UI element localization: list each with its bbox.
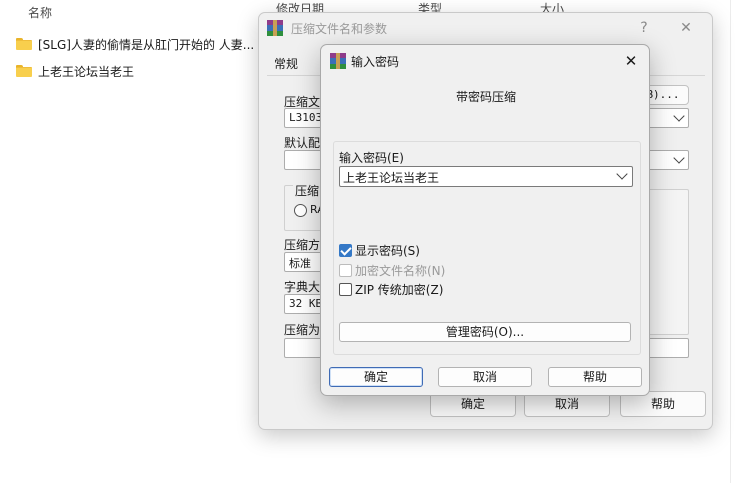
- dialog-title: 压缩文件名和参数: [291, 22, 388, 36]
- tab-general[interactable]: 常规: [274, 55, 298, 72]
- password-heading: 带密码压缩: [455, 90, 516, 104]
- dictionary-select[interactable]: 32 KB: [284, 294, 324, 314]
- zip-legacy-encryption-checkbox[interactable]: ZIP 传统加密(Z): [339, 280, 443, 298]
- password-label: 输入密码(E): [339, 151, 404, 165]
- folder-icon: [16, 38, 32, 50]
- scrollbar-track[interactable]: [730, 0, 731, 483]
- file-row[interactable]: 上老王论坛当老王: [16, 60, 134, 82]
- close-icon[interactable]: ✕: [621, 51, 641, 71]
- password-ok-button[interactable]: 确定: [329, 367, 423, 387]
- method-select[interactable]: 标准: [284, 252, 324, 272]
- column-name[interactable]: 名称: [28, 4, 52, 21]
- encrypt-filenames-checkbox[interactable]: 加密文件名称(N): [339, 261, 445, 279]
- profile-select[interactable]: [284, 150, 324, 170]
- winrar-icon: [330, 53, 346, 69]
- manage-passwords-button[interactable]: 管理密码(O)...: [339, 322, 631, 342]
- checkbox-icon[interactable]: [339, 282, 352, 296]
- chevron-down-icon: [673, 110, 685, 122]
- password-help-button[interactable]: 帮助: [548, 367, 642, 387]
- rar-radio[interactable]: [294, 204, 307, 217]
- password-dialog-title: 输入密码: [351, 55, 400, 69]
- winrar-icon: [267, 20, 283, 36]
- split-volumes-label: 压缩为: [284, 323, 321, 337]
- default-profile-label: 默认配: [284, 136, 321, 150]
- password-input[interactable]: 上老王论坛当老王: [339, 166, 633, 187]
- file-name: [SLG]人妻的偷情是从肛门开始的 人妻...: [38, 37, 255, 52]
- dialog-titlebar[interactable]: 压缩文件名和参数 ? ✕: [259, 13, 712, 43]
- password-dialog: 输入密码 ✕ 带密码压缩 输入密码(E) 上老王论坛当老王 显示密码(S) 加密…: [320, 44, 650, 396]
- checkbox-icon[interactable]: [339, 263, 352, 277]
- show-password-checkbox[interactable]: 显示密码(S): [339, 241, 420, 259]
- chevron-down-icon[interactable]: [616, 168, 628, 180]
- checkbox-checked-icon[interactable]: [339, 243, 352, 257]
- format-group-label: 压缩: [293, 182, 322, 199]
- archive-name-input[interactable]: L3103.: [284, 108, 329, 128]
- dictionary-label: 字典大: [284, 280, 321, 294]
- password-cancel-button[interactable]: 取消: [438, 367, 532, 387]
- file-row[interactable]: [SLG]人妻的偷情是从肛门开始的 人妻...: [16, 33, 254, 55]
- split-volumes-input[interactable]: [284, 338, 324, 358]
- close-icon[interactable]: ✕: [676, 18, 696, 38]
- file-name: 上老王论坛当老王: [38, 64, 135, 79]
- chevron-down-icon: [673, 152, 685, 164]
- folder-icon: [16, 65, 32, 77]
- method-label: 压缩方: [284, 238, 321, 252]
- help-icon[interactable]: ?: [634, 18, 654, 38]
